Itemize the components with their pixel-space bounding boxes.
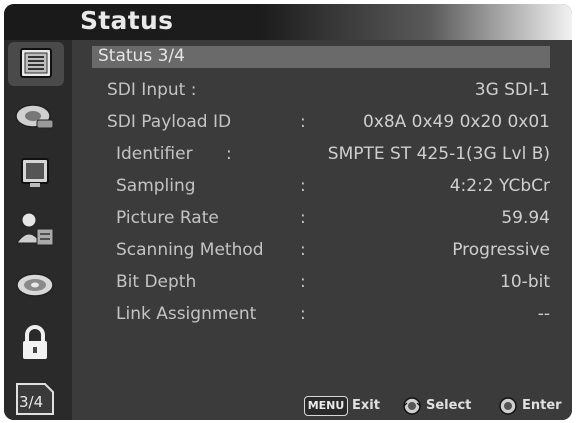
- row-bit-depth: Bit Depth : 10-bit: [72, 270, 572, 296]
- select-knob-icon: [403, 397, 421, 415]
- row-colon: :: [300, 176, 306, 196]
- row-colon: :: [226, 144, 232, 164]
- row-link-assignment: Link Assignment : --: [72, 302, 572, 328]
- row-sdi-payload-id: SDI Payload ID : 0x8A 0x49 0x20 0x01: [72, 110, 572, 136]
- page-indicator: 3/4: [10, 380, 60, 418]
- page-title: Status: [80, 6, 174, 35]
- row-label: SDI Input :: [107, 80, 197, 100]
- row-value: 10-bit: [500, 272, 550, 292]
- row-sdi-input: SDI Input : 3G SDI-1: [72, 78, 572, 104]
- audio-icon: [16, 273, 54, 297]
- page-number: 3/4: [19, 393, 44, 411]
- section-header-label: Status 3/4: [98, 46, 185, 66]
- sidebar-item-user[interactable]: [12, 210, 58, 248]
- status-panel: Status 3/4 SDI Input : 3G SDI-1 SDI Payl…: [72, 40, 572, 392]
- exit-label: Exit: [352, 398, 380, 413]
- osd-screen: Status 3/4 Status 3/4 SDI Input: 3G SDI…: [4, 4, 572, 420]
- sidebar-item-lock[interactable]: [12, 324, 58, 362]
- row-scanning-method: Scanning Method : Progressive: [72, 238, 572, 264]
- row-label: Scanning Method: [116, 240, 264, 260]
- row-sampling: Sampling : 4:2:2 YCbCr: [72, 174, 572, 200]
- enter-knob-icon: [499, 397, 517, 415]
- row-colon: :: [300, 240, 306, 260]
- row-colon: :: [300, 304, 306, 324]
- row-colon: :: [300, 272, 306, 292]
- row-label: Link Assignment: [116, 304, 257, 324]
- lock-icon: [23, 325, 47, 359]
- menu-button[interactable]: MENU: [304, 396, 348, 416]
- user-icon: [16, 212, 54, 246]
- sidebar-item-status[interactable]: [8, 42, 64, 86]
- row-value: --: [537, 304, 550, 324]
- enter-label: Enter: [522, 398, 562, 413]
- status-icon: [20, 48, 52, 78]
- sidebar-item-display[interactable]: [12, 154, 58, 192]
- row-label: Sampling: [116, 176, 196, 196]
- section-header: Status 3/4: [92, 46, 550, 68]
- select-label: Select: [426, 398, 472, 413]
- row-value: SMPTE ST 425-1(3G Lvl B): [327, 144, 550, 164]
- row-identifier: Identifier : SMPTE ST 425-1(3G Lvl B): [72, 142, 572, 168]
- row-label: SDI Payload ID: [107, 112, 232, 132]
- row-colon: :: [300, 112, 306, 132]
- row-label: Picture Rate: [116, 208, 219, 228]
- row-picture-rate: Picture Rate : 59.94: [72, 206, 572, 232]
- row-value: 0x8A 0x49 0x20 0x01: [362, 112, 550, 132]
- row-value: Progressive: [452, 240, 550, 260]
- row-value: 59.94: [501, 208, 550, 228]
- row-value: 3G SDI-1: [474, 80, 550, 100]
- footer-hints: MENU Exit Select Enter: [72, 390, 572, 420]
- video-adjust-icon: [15, 104, 54, 129]
- sidebar-item-audio[interactable]: [12, 266, 58, 304]
- row-colon: :: [300, 208, 306, 228]
- sidebar: 3/4: [4, 40, 72, 420]
- monitor-icon: [21, 158, 49, 187]
- sidebar-item-video[interactable]: [12, 98, 58, 136]
- row-label: Bit Depth: [116, 272, 197, 292]
- row-value: 4:2:2 YCbCr: [449, 176, 550, 196]
- row-label: Identifier: [116, 144, 193, 164]
- title-bar: Status: [4, 4, 572, 40]
